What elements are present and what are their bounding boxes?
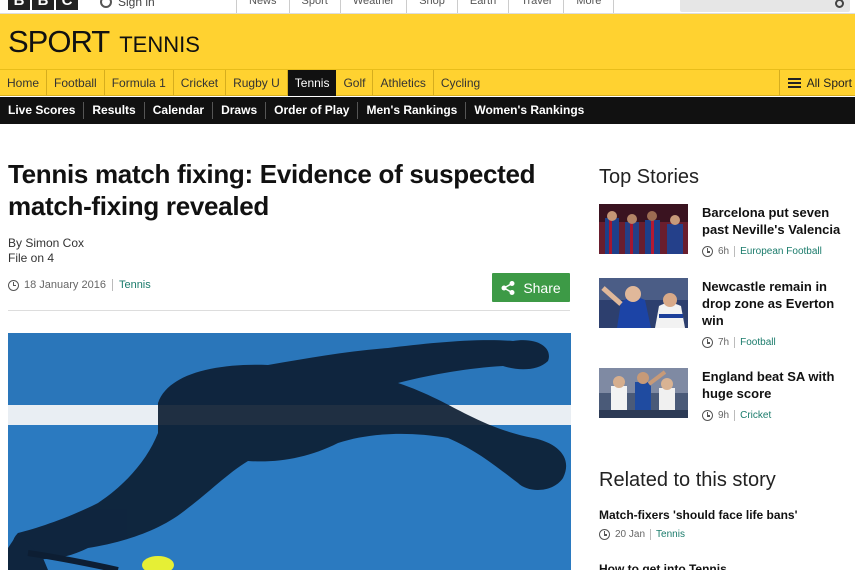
related-date: 20 Jan bbox=[615, 529, 646, 540]
sport-title[interactable]: SPORT TENNIS bbox=[8, 24, 200, 60]
programme: File on 4 bbox=[8, 251, 55, 265]
byline: By Simon Cox File on 4 bbox=[8, 236, 84, 266]
sport-nav-tennis[interactable]: Tennis bbox=[287, 69, 337, 96]
top-story-item[interactable]: England beat SA with huge score 9h Crick… bbox=[599, 368, 855, 424]
user-icon bbox=[100, 0, 112, 8]
sport-nav-rugby-union[interactable]: Rugby U bbox=[226, 69, 288, 96]
author: By Simon Cox bbox=[8, 236, 85, 250]
story-time: 6h bbox=[718, 246, 730, 257]
sport-nav-athletics[interactable]: Athletics bbox=[373, 69, 434, 96]
related-topic-link[interactable]: Tennis bbox=[656, 529, 685, 540]
story-headline[interactable]: Barcelona put seven past Neville's Valen… bbox=[702, 204, 855, 238]
signin-label: Sign in bbox=[118, 0, 155, 9]
meta-divider bbox=[734, 337, 736, 348]
global-nav-shop[interactable]: Shop bbox=[406, 0, 457, 13]
sport-nav-golf[interactable]: Golf bbox=[336, 69, 374, 96]
search-icon[interactable] bbox=[835, 0, 844, 8]
bbc-logo-letter: C bbox=[56, 0, 78, 10]
article-meta: 18 January 2016 Tennis bbox=[8, 279, 151, 291]
meta-divider bbox=[650, 529, 652, 540]
story-headline[interactable]: Newcastle remain in drop zone as Everton… bbox=[702, 278, 855, 329]
sport-nav: Home Football Formula 1 Cricket Rugby U … bbox=[0, 69, 855, 96]
top-story-item[interactable]: Barcelona put seven past Neville's Valen… bbox=[599, 204, 855, 264]
article-date: 18 January 2016 bbox=[24, 279, 106, 291]
signin-link[interactable]: Sign in bbox=[100, 0, 155, 9]
meta-divider bbox=[111, 279, 113, 291]
all-sport-button[interactable]: All Sport bbox=[778, 70, 855, 96]
tennis-sub-nav: Live Scores Results Calendar Draws Order… bbox=[0, 97, 855, 124]
section-name: TENNIS bbox=[119, 32, 200, 57]
bbc-global-bar: B B C Sign in News Sport Weather Shop Ea… bbox=[0, 0, 855, 14]
sub-nav-womens-rankings[interactable]: Women's Rankings bbox=[466, 102, 592, 119]
search-input[interactable] bbox=[680, 0, 850, 12]
meta-divider bbox=[734, 410, 736, 421]
related-headline[interactable]: How to get into Tennis bbox=[599, 562, 855, 570]
global-nav-travel[interactable]: Travel bbox=[508, 0, 563, 13]
sport-header: SPORT TENNIS bbox=[0, 14, 855, 70]
bbc-logo[interactable]: B B C bbox=[8, 0, 78, 10]
sub-nav-calendar[interactable]: Calendar bbox=[145, 102, 214, 119]
story-thumbnail[interactable] bbox=[599, 278, 688, 328]
story-thumbnail[interactable] bbox=[599, 204, 688, 254]
clock-icon bbox=[8, 279, 19, 291]
related-item[interactable]: Match-fixers 'should face life bans' 20 … bbox=[599, 508, 855, 540]
sub-nav-mens-rankings[interactable]: Men's Rankings bbox=[358, 102, 467, 119]
related-item[interactable]: How to get into Tennis bbox=[599, 562, 855, 570]
share-button[interactable]: Share bbox=[492, 273, 570, 302]
clock-icon bbox=[702, 410, 713, 421]
story-meta: 9h Cricket bbox=[702, 410, 771, 421]
sport-nav-home[interactable]: Home bbox=[0, 69, 48, 96]
clock-icon bbox=[599, 529, 610, 540]
global-nav-sport[interactable]: Sport bbox=[288, 0, 340, 13]
story-headline[interactable]: England beat SA with huge score bbox=[702, 368, 855, 402]
sub-nav-live-scores[interactable]: Live Scores bbox=[0, 102, 85, 119]
sport-nav-formula-1[interactable]: Formula 1 bbox=[105, 69, 174, 96]
story-topic-link[interactable]: European Football bbox=[740, 246, 822, 257]
global-nav-more[interactable]: More bbox=[563, 0, 615, 13]
sport-nav-cycling[interactable]: Cycling bbox=[434, 70, 487, 96]
sport-nav-cricket[interactable]: Cricket bbox=[174, 69, 227, 96]
related-meta: 20 Jan Tennis bbox=[599, 529, 855, 540]
sport-wordmark: SPORT bbox=[8, 24, 110, 59]
global-nav-news[interactable]: News bbox=[236, 0, 289, 13]
clock-icon bbox=[702, 337, 713, 348]
global-nav: News Sport Weather Shop Earth Travel Mor… bbox=[236, 0, 615, 13]
clock-icon bbox=[702, 246, 713, 257]
share-label: Share bbox=[523, 279, 561, 296]
story-meta: 6h European Football bbox=[702, 246, 822, 257]
article-divider bbox=[8, 310, 570, 311]
bbc-logo-letter: B bbox=[8, 0, 30, 10]
all-sport-label: All Sport bbox=[806, 76, 852, 90]
global-nav-earth[interactable]: Earth bbox=[456, 0, 508, 13]
related-heading: Related to this story bbox=[599, 469, 776, 491]
sub-nav-draws[interactable]: Draws bbox=[213, 102, 267, 119]
story-topic-link[interactable]: Cricket bbox=[740, 410, 771, 421]
hero-image bbox=[8, 333, 571, 570]
sport-nav-football[interactable]: Football bbox=[47, 69, 105, 96]
top-story-item[interactable]: Newcastle remain in drop zone as Everton… bbox=[599, 278, 855, 350]
bbc-logo-letter: B bbox=[32, 0, 54, 10]
story-time: 7h bbox=[718, 337, 730, 348]
story-time: 9h bbox=[718, 410, 730, 421]
menu-icon bbox=[787, 78, 801, 88]
article-topic-link[interactable]: Tennis bbox=[119, 279, 151, 291]
meta-divider bbox=[734, 246, 736, 257]
article-title: Tennis match fixing: Evidence of suspect… bbox=[8, 159, 536, 221]
top-stories-heading: Top Stories bbox=[599, 166, 700, 188]
related-headline[interactable]: Match-fixers 'should face life bans' bbox=[599, 508, 855, 522]
global-nav-weather[interactable]: Weather bbox=[339, 0, 406, 13]
share-icon bbox=[501, 280, 515, 295]
sub-nav-order-of-play[interactable]: Order of Play bbox=[266, 102, 359, 119]
story-meta: 7h Football bbox=[702, 337, 776, 348]
story-topic-link[interactable]: Football bbox=[740, 337, 776, 348]
story-thumbnail[interactable] bbox=[599, 368, 688, 418]
sub-nav-results[interactable]: Results bbox=[84, 102, 145, 119]
